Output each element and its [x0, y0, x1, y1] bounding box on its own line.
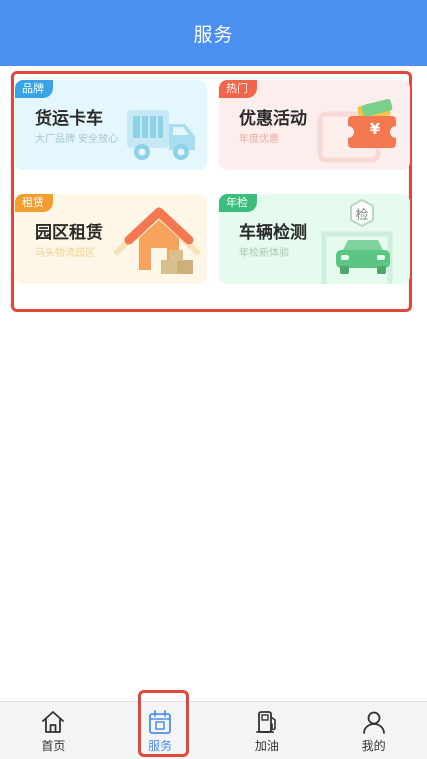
active-tab-highlight-box — [138, 690, 189, 757]
tab-label: 首页 — [41, 739, 66, 753]
card-tag: 品牌 — [15, 80, 53, 98]
card-promotions[interactable]: 热门 优惠活动 年度优惠 ¥ — [219, 80, 410, 170]
card-title: 优惠活动 — [239, 109, 307, 129]
tab-label: 加油 — [254, 739, 279, 753]
card-subtitle: 大厂品牌 安全放心 — [35, 134, 119, 145]
card-tag: 热门 — [219, 80, 257, 98]
page-header: 服务 — [0, 0, 427, 66]
tab-label: 我的 — [361, 739, 386, 753]
coupon-illustration-icon: ¥ — [310, 80, 410, 170]
user-icon — [362, 711, 385, 734]
card-vehicle-inspection[interactable]: 年检 车辆检测 年检新体验 检 — [219, 194, 410, 284]
inspection-badge: 检 — [355, 208, 369, 223]
card-trucks[interactable]: 品牌 货运卡车 大厂品牌 安全放心 — [15, 80, 207, 170]
fuel-pump-icon — [255, 711, 276, 733]
card-tag: 年检 — [219, 194, 257, 212]
tab-home[interactable]: 首页 — [0, 702, 107, 759]
house-illustration-icon — [112, 207, 202, 274]
home-icon — [42, 711, 65, 733]
card-title: 园区租赁 — [35, 223, 103, 243]
car-inspection-illustration-icon: 检 — [310, 194, 410, 284]
card-subtitle: 年度优惠 — [239, 134, 279, 145]
card-subtitle: 年检新体验 — [239, 248, 289, 259]
card-tag: 租赁 — [15, 194, 53, 212]
page-title: 服务 — [193, 23, 234, 46]
card-title: 货运卡车 — [35, 109, 103, 129]
bottom-tab-bar: 首页 服务 加油 我的 — [0, 701, 427, 759]
coupon-yuan-symbol: ¥ — [369, 120, 381, 138]
card-title: 车辆检测 — [239, 223, 307, 243]
truck-illustration-icon — [127, 110, 195, 160]
tab-fuel[interactable]: 加油 — [214, 702, 321, 759]
card-park-rental[interactable]: 租赁 园区租赁 马头物流园区 — [15, 194, 207, 284]
tab-mine[interactable]: 我的 — [320, 702, 427, 759]
card-subtitle: 马头物流园区 — [35, 248, 95, 259]
